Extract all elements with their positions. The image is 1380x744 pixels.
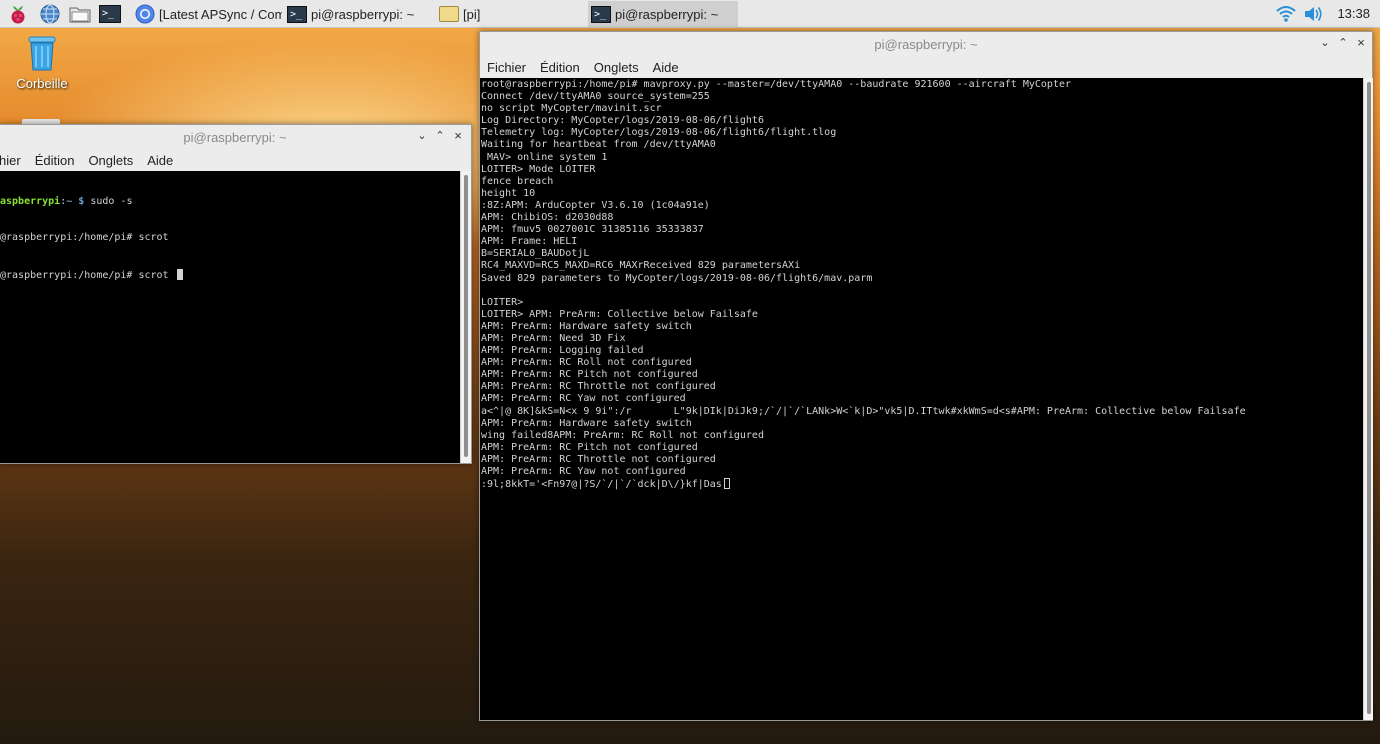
menu-edit[interactable]: Édition xyxy=(35,153,75,168)
terminal-line: APM: PreArm: RC Pitch not configured xyxy=(481,441,698,453)
right-menubar: Fichier Édition Onglets Aide xyxy=(480,56,1372,78)
menu-tabs[interactable]: Onglets xyxy=(594,60,639,75)
terminal-line: LOITER> APM: PreArm: Collective below Fa… xyxy=(481,308,758,320)
right-terminal-window: pi@raspberrypi: ~ ⌄ ⌃ × Fichier Édition … xyxy=(479,31,1373,721)
task-file-manager[interactable]: [pi] xyxy=(436,1,586,27)
raspberry-menu-icon[interactable] xyxy=(6,2,30,26)
task-chromium[interactable]: [Latest APSync / Com... xyxy=(132,1,282,27)
terminal-line: :9l;8kkT='<Fn97@|?S/`/|`/`dck|D\/}kf|Das xyxy=(481,478,1363,490)
terminal-line: APM: PreArm: RC Throttle not configured xyxy=(481,381,716,393)
close-icon[interactable]: × xyxy=(1354,36,1368,50)
terminal-line: APM: Frame: HELI xyxy=(481,236,578,248)
clock[interactable]: 13:38 xyxy=(1337,6,1370,21)
right-titlebar[interactable]: pi@raspberrypi: ~ ⌄ ⌃ × xyxy=(480,32,1372,56)
terminal-icon: >_ xyxy=(286,4,308,24)
web-browser-icon[interactable] xyxy=(38,2,62,26)
maximize-icon[interactable]: ⌃ xyxy=(433,129,447,143)
terminal-line: Telemetry log: MyCopter/logs/2019-08-06/… xyxy=(481,127,837,139)
terminal-line: Saved 829 parameters to MyCopter/logs/20… xyxy=(481,272,873,284)
menu-file[interactable]: hier xyxy=(0,153,21,168)
task-label: [Latest APSync / Com... xyxy=(159,6,282,22)
window-title: pi@raspberrypi: ~ xyxy=(874,37,978,52)
scroll-thumb[interactable] xyxy=(464,175,468,457)
terminal-line: APM: ChibiOS: d2030d88 xyxy=(481,212,614,224)
file-manager-icon[interactable] xyxy=(68,2,92,26)
terminal-line: a<^|@ 8K]&kS=N<x 9 9i":/r L"9k|DIk|DiJk9… xyxy=(481,405,1246,417)
close-icon[interactable]: × xyxy=(451,129,465,143)
terminal-line: wing failed8APM: PreArm: RC Roll not con… xyxy=(481,429,764,441)
task-terminal-1[interactable]: >_ pi@raspberrypi: ~ xyxy=(284,1,434,27)
terminal-line: APM: PreArm: Hardware safety switch xyxy=(481,417,692,429)
task-label: pi@raspberrypi: ~ xyxy=(615,6,719,22)
terminal-line: LOITER> xyxy=(481,296,524,308)
menu-file[interactable]: Fichier xyxy=(487,60,526,75)
terminal-line: aspberrypi:~ $ sudo -s xyxy=(0,196,133,208)
minimize-icon[interactable]: ⌄ xyxy=(1318,36,1332,50)
scroll-thumb[interactable] xyxy=(1367,82,1371,714)
terminal-line: APM: PreArm: RC Roll not configured xyxy=(481,357,692,369)
window-title: pi@raspberrypi: ~ xyxy=(183,130,287,145)
maximize-icon[interactable]: ⌃ xyxy=(1336,36,1350,50)
task-label: [pi] xyxy=(463,6,481,22)
terminal-line: no script MyCopter/mavinit.scr xyxy=(481,103,662,115)
task-terminal-2[interactable]: >_ pi@raspberrypi: ~ xyxy=(588,1,738,27)
folder-icon xyxy=(438,4,460,24)
terminal-line: RC4_MAXVD=RC5_MAXD=RC6_MAXrReceived 829 … xyxy=(481,260,801,272)
terminal-line: APM: PreArm: RC Yaw not configured xyxy=(481,393,686,405)
terminal-line: @raspberrypi:/home/pi# scrot xyxy=(0,232,169,244)
volume-icon[interactable] xyxy=(1302,2,1326,26)
terminal-line: @raspberrypi:/home/pi# scrot xyxy=(0,268,460,281)
terminal-launcher-icon[interactable]: >_ xyxy=(98,2,122,26)
right-terminal-output[interactable]: root@raspberrypi:/home/pi# mavproxy.py -… xyxy=(480,78,1363,720)
text-cursor xyxy=(176,268,183,280)
menu-help[interactable]: Aide xyxy=(147,153,173,168)
terminal-line: APM: PreArm: RC Pitch not configured xyxy=(481,369,698,381)
trash-icon xyxy=(28,36,56,71)
terminal-line: Waiting for heartbeat from /dev/ttyAMA0 xyxy=(481,139,716,151)
terminal-line: APM: PreArm: RC Yaw not configured xyxy=(481,466,686,477)
terminal-line: APM: PreArm: RC Throttle not configured xyxy=(481,453,716,465)
left-titlebar[interactable]: pi@raspberrypi: ~ ⌄ ⌃ × xyxy=(0,125,471,149)
terminal-line: APM: PreArm: Logging failed xyxy=(481,345,644,357)
terminal-line: fence breach xyxy=(481,175,554,187)
terminal-line: height 10 xyxy=(481,187,536,199)
terminal-line: APM: fmuv5 0027001C 31385116 35333837 xyxy=(481,224,704,236)
trash-label: Corbeille xyxy=(16,76,68,91)
right-scrollbar[interactable] xyxy=(1363,78,1373,720)
desktop-trash[interactable]: Corbeille xyxy=(10,34,74,91)
left-terminal-window: pi@raspberrypi: ~ ⌄ ⌃ × hier Édition Ong… xyxy=(0,124,472,464)
left-terminal-output[interactable]: aspberrypi:~ $ sudo -s @raspberrypi:/hom… xyxy=(0,171,460,463)
terminal-line: LOITER> Mode LOITER xyxy=(481,163,596,175)
wifi-icon[interactable] xyxy=(1274,2,1298,26)
task-label: pi@raspberrypi: ~ xyxy=(311,6,415,22)
terminal-line: APM: PreArm: Hardware safety switch xyxy=(481,320,692,332)
left-scrollbar[interactable] xyxy=(460,171,471,463)
terminal-line: :8Z:APM: ArduCopter V3.6.10 (1c04a91e) xyxy=(481,199,710,211)
minimize-icon[interactable]: ⌄ xyxy=(415,129,429,143)
terminal-line: APM: PreArm: Need 3D Fix xyxy=(481,332,626,344)
chromium-icon xyxy=(134,4,156,24)
terminal-line: Connect /dev/ttyAMA0 source_system=255 xyxy=(481,91,710,103)
menu-edit[interactable]: Édition xyxy=(540,60,580,75)
terminal-icon: >_ xyxy=(590,4,612,24)
text-cursor xyxy=(723,478,730,490)
menu-tabs[interactable]: Onglets xyxy=(88,153,133,168)
left-menubar: hier Édition Onglets Aide xyxy=(0,149,471,171)
menu-help[interactable]: Aide xyxy=(653,60,679,75)
taskbar: >_ [Latest APSync / Com... >_ pi@raspber… xyxy=(0,0,1380,28)
terminal-line: Log Directory: MyCopter/logs/2019-08-06/… xyxy=(481,115,764,127)
terminal-line: MAV> online system 1 xyxy=(481,151,608,163)
terminal-line: root@raspberrypi:/home/pi# mavproxy.py -… xyxy=(481,79,1072,90)
terminal-line: B=SERIAL0_BAUDotjL xyxy=(481,248,590,260)
